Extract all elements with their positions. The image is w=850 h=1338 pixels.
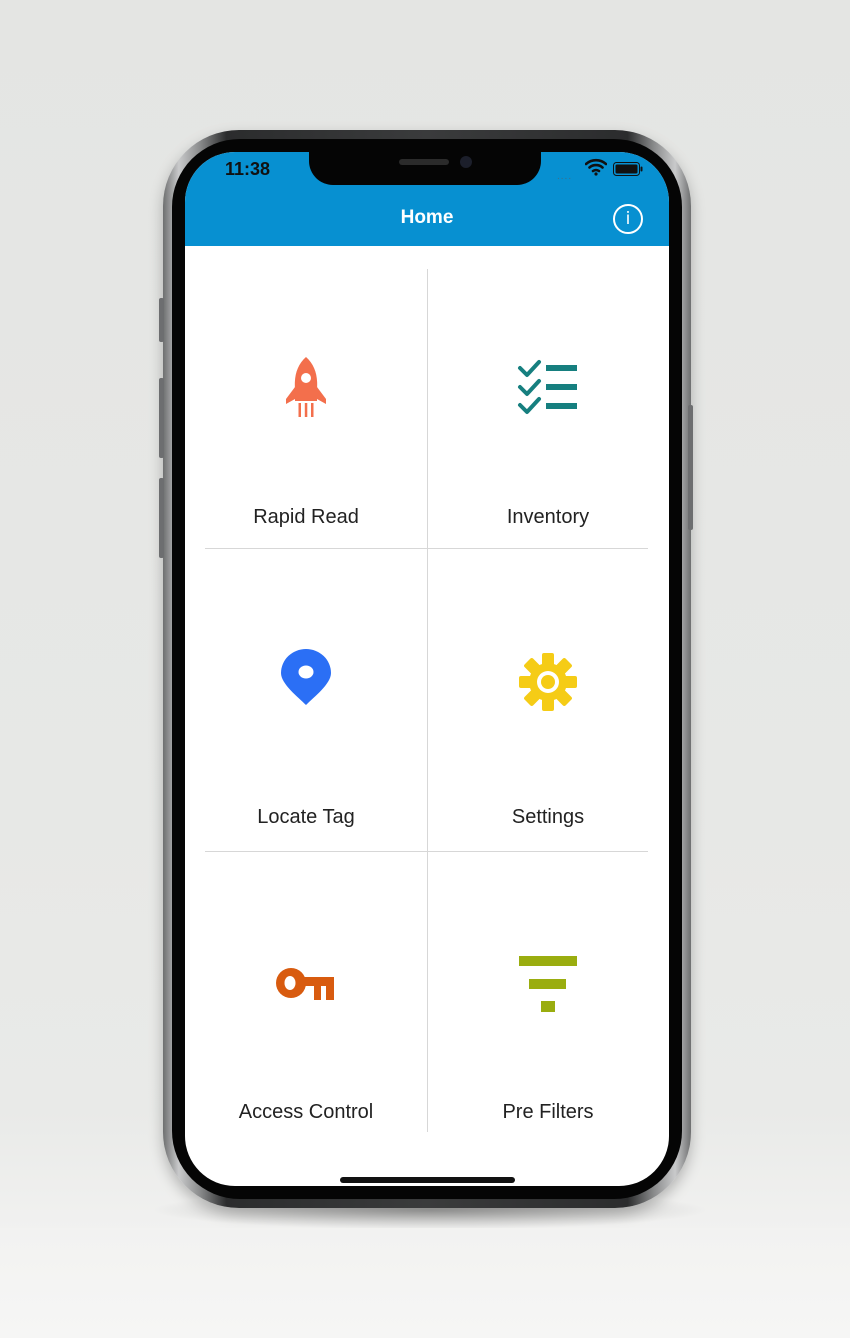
front-camera <box>460 156 472 168</box>
tile-rapid-read[interactable]: Rapid Read <box>185 246 427 548</box>
phone-screen: 11:38 .... Home i Rapid Read Inventory L… <box>185 152 669 1186</box>
location-pin-icon <box>185 648 427 718</box>
tile-label: Rapid Read <box>253 506 359 528</box>
gear-icon <box>427 652 669 722</box>
tile-pre-filters[interactable]: Pre Filters <box>427 851 669 1154</box>
checklist-icon <box>427 358 669 428</box>
filter-icon <box>427 955 669 1025</box>
cellular-signal: .... <box>557 171 573 182</box>
tile-label: Settings <box>511 806 585 828</box>
info-button[interactable]: i <box>613 204 643 234</box>
battery-icon <box>613 162 643 176</box>
tile-inventory[interactable]: Inventory <box>427 246 669 548</box>
side-button-volume-down <box>159 478 164 558</box>
tile-label: Pre Filters <box>502 1101 594 1123</box>
side-button-power <box>688 405 693 530</box>
table-surface <box>0 1228 850 1338</box>
tile-label: Access Control <box>238 1101 374 1123</box>
nav-bar: 11:38 .... Home i <box>185 152 669 246</box>
camera-notch <box>309 152 541 185</box>
home-indicator[interactable] <box>340 1177 515 1183</box>
tile-settings[interactable]: Settings <box>427 548 669 851</box>
key-icon <box>185 963 427 1033</box>
tile-locate-tag[interactable]: Locate Tag <box>185 548 427 851</box>
home-menu-grid: Rapid Read Inventory Locate Tag Settings… <box>185 246 669 1186</box>
page-title: Home <box>400 207 454 228</box>
tile-label: Locate Tag <box>257 806 355 828</box>
tile-label: Inventory <box>506 506 590 528</box>
tile-access-control[interactable]: Access Control <box>185 851 427 1154</box>
earpiece-speaker <box>399 159 449 165</box>
status-time: 11:38 <box>225 159 271 179</box>
rocket-icon <box>185 354 427 424</box>
side-button-volume-up <box>159 378 164 458</box>
side-button-silent <box>159 298 164 342</box>
wifi-icon <box>585 158 607 176</box>
